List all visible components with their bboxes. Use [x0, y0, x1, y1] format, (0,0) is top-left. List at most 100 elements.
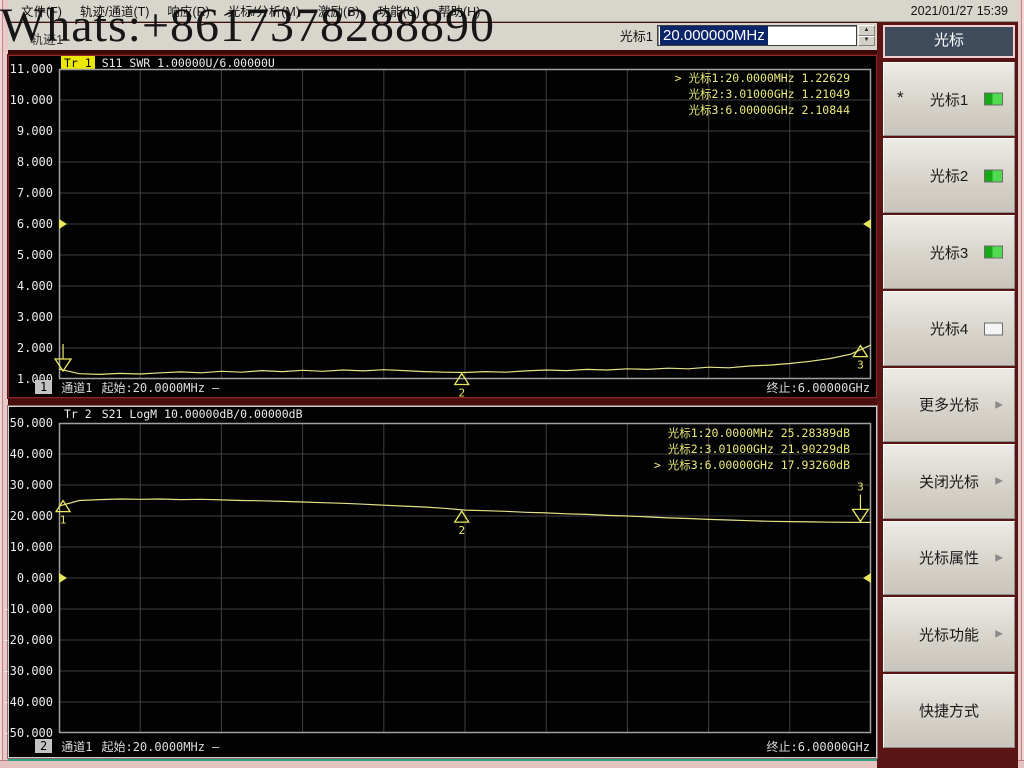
chart1-stop-frequency: 终止:6.00000GHz — [766, 380, 870, 395]
sidebar-header: 光标 — [883, 25, 1015, 58]
sidebar-button-label: 光标3 — [929, 244, 969, 262]
marker-readout-line: 光标2:3.01000GHz 1.21049 — [688, 87, 850, 101]
chart1-trace-header: Tr 1 S11 SWR 1.00000U/6.00000U — [61, 55, 275, 70]
chart1-window-badge: 1 — [35, 380, 53, 394]
sidebar-button-label: 更多光标 — [918, 397, 979, 415]
sidebar-button-marker2[interactable]: 光标2 — [883, 138, 1015, 213]
marker-readout-line: 光标3:6.00000GHz 2.10844 — [688, 103, 850, 117]
chart-window-2[interactable]: 50.000 40.000 30.000 20.000 10.000 0.000 -10.0… — [2, 406, 877, 758]
y-tick-label: 2.000 — [16, 341, 53, 355]
y-tick-label: 6.000 — [16, 217, 53, 231]
submenu-arrow-icon: ▶ — [995, 475, 1003, 487]
y-tick-label: 20.000 — [9, 509, 53, 523]
chart2-channel-label: 通道1 — [61, 739, 93, 754]
chart2-stop-frequency: 终止:6.00000GHz — [766, 739, 870, 754]
menu-item-function[interactable]: 功能(U) — [369, 1, 429, 20]
chart1-channel-label: 通道1 — [61, 380, 93, 395]
y-tick-label: 9.000 — [16, 124, 53, 138]
y-tick-label: 5.000 — [16, 248, 53, 262]
y-tick-label: -10.000 — [2, 602, 53, 616]
chart2-trace-tag[interactable]: Tr 2 — [61, 407, 95, 421]
window-border-bottom — [0, 760, 1024, 768]
sidebar-button-marker-functions[interactable]: 光标功能 ▶ — [883, 597, 1015, 672]
led-indicator-on — [984, 169, 1003, 183]
marker-readout-line: > 光标3:6.00000GHz 17.93260dB — [653, 458, 850, 472]
y-tick-label: 40.000 — [9, 447, 53, 461]
sidebar-button-marker4[interactable]: 光标4 — [883, 291, 1015, 366]
chart1-trace-tag[interactable]: Tr 1 — [61, 55, 95, 70]
spinner-up-button[interactable]: ▲ — [858, 25, 875, 36]
charts-area: 11.000 10.000 9.000 8.000 7.000 6.000 5.000 4.0… — [2, 55, 877, 758]
sidebar-button-label: 光标功能 — [918, 626, 979, 644]
marker-entry-label: 光标1 — [619, 29, 653, 44]
marker-entry-group: 光标1 20.000000MHz ▲ ▼ — [620, 25, 875, 46]
chart2-y-axis-labels: 50.000 40.000 30.000 20.000 10.000 0.000 -10.0… — [2, 407, 57, 757]
sidebar-buttons: * 光标1 光标2 光标3 光标4 更多光标 ▶ 关闭光标 ▶ 光标属性 ▶ 光标功能 ▶ 快捷方式 — [883, 62, 1015, 748]
y-tick-label: 10.000 — [9, 540, 53, 554]
chart1-marker-readout: > 光标1:20.0000MHz 1.22629 光标2:3.01000GHz 1… — [675, 70, 850, 118]
sidebar-button-label: 光标1 — [929, 91, 969, 109]
marker-readout-line: 光标2:3.01000GHz 21.90229dB — [667, 442, 850, 456]
sidebar-button-label: 光标属性 — [918, 550, 979, 568]
menu-item-marker-analysis[interactable]: 光标/分析(M) — [219, 1, 309, 20]
active-marker-asterisk: * — [897, 88, 904, 108]
y-tick-label: 0.000 — [16, 571, 53, 585]
marker-readout-line: > 光标1:20.0000MHz 1.22629 — [674, 71, 850, 85]
trace-selector-label[interactable]: 轨迹1 — [30, 29, 63, 48]
sidebar-button-label: 快捷方式 — [918, 703, 979, 721]
sidebar-button-marker3[interactable]: 光标3 — [883, 214, 1015, 290]
y-tick-label: 50.000 — [9, 416, 53, 430]
chart2-trace-format: S21 LogM 10.00000dB/0.00000dB — [101, 406, 303, 421]
sidebar: 光标 * 光标1 光标2 光标3 光标4 更多光标 ▶ 关闭光标 ▶ 光标属性 ▶ 光标功能 ▶ 快捷方式 — [877, 22, 1018, 768]
sidebar-button-marker-properties[interactable]: 光标属性 ▶ — [883, 520, 1015, 596]
sidebar-button-label: 光标2 — [929, 168, 969, 186]
sidebar-button-label: 关闭光标 — [918, 473, 979, 491]
chart1-y-axis-labels: 11.000 10.000 9.000 8.000 7.000 6.000 5.000 4.0… — [9, 56, 57, 397]
marker-frequency-spinner: ▲ ▼ — [858, 25, 875, 46]
menu-item-stimulus[interactable]: 激励(S) — [309, 1, 369, 20]
window-border-right — [1018, 0, 1024, 768]
marker-frequency-input[interactable]: 20.000000MHz — [657, 25, 857, 46]
marker-2: 2 — [453, 509, 470, 537]
y-tick-label: -30.000 — [2, 664, 53, 678]
submenu-arrow-icon: ▶ — [995, 628, 1003, 640]
marker-3-active: 3 — [851, 480, 870, 523]
sidebar-button-marker1[interactable]: * 光标1 — [883, 62, 1015, 137]
submenu-arrow-icon: ▶ — [995, 399, 1003, 411]
sidebar-button-shortcuts[interactable]: 快捷方式 — [883, 673, 1015, 748]
chart2-marker-readout: 光标1:20.0000MHz 25.28389dB 光标2:3.01000GHz … — [654, 425, 850, 473]
submenu-arrow-icon: ▶ — [995, 552, 1003, 564]
svg-text:3: 3 — [857, 480, 864, 493]
spinner-down-button[interactable]: ▼ — [858, 35, 875, 46]
menu-bar: 文件(F) 轨迹/通道(T) 响应(R) 光标/分析(M) 激励(S) 功能(U) 帮助(H… — [8, 0, 1018, 22]
sidebar-button-close-markers[interactable]: 关闭光标 ▶ — [883, 444, 1015, 519]
toolbar: 轨迹1 光标1 20.000000MHz ▲ ▼ — [8, 23, 877, 50]
chart2-start-frequency: 起始:20.0000MHz — — [101, 739, 220, 754]
datetime-display: 2021/01/27 15:39 — [910, 3, 1008, 18]
sidebar-button-more-markers[interactable]: 更多光标 ▶ — [883, 367, 1015, 443]
menu-item-trace-channel[interactable]: 轨迹/通道(T) — [71, 1, 158, 20]
led-indicator-on — [984, 245, 1003, 259]
y-tick-label: 7.000 — [16, 186, 53, 200]
svg-text:2: 2 — [458, 524, 465, 537]
sidebar-button-label: 光标4 — [929, 321, 969, 339]
chart1-trace-format: S11 SWR 1.00000U/6.00000U — [101, 55, 275, 70]
svg-text:1: 1 — [60, 514, 67, 527]
menu-item-file[interactable]: 文件(F) — [12, 1, 71, 20]
chart-area-bottom-line — [8, 758, 877, 761]
led-indicator-off — [984, 322, 1003, 336]
menu-item-help[interactable]: 帮助(H) — [429, 1, 489, 20]
window-border-left — [0, 0, 8, 768]
chart1-start-frequency: 起始:20.0000MHz — — [101, 380, 220, 395]
y-tick-label: 4.000 — [16, 279, 53, 293]
svg-text:3: 3 — [857, 359, 864, 372]
y-tick-label: 3.000 — [16, 310, 53, 324]
y-tick-label: 30.000 — [9, 478, 53, 492]
chart-window-1[interactable]: 11.000 10.000 9.000 8.000 7.000 6.000 5.000 4.0… — [8, 55, 877, 399]
y-tick-label: 10.000 — [9, 93, 53, 107]
menu-items: 文件(F) 轨迹/通道(T) 响应(R) 光标/分析(M) 激励(S) 功能(U) 帮助(H… — [12, 1, 489, 20]
y-tick-label: -40.000 — [2, 695, 53, 709]
menu-item-response[interactable]: 响应(R) — [158, 1, 218, 20]
chart2-channel-row: 2 通道1 起始:20.0000MHz — 终止:6.00000GHz — [35, 738, 870, 754]
y-tick-label: -20.000 — [2, 633, 53, 647]
